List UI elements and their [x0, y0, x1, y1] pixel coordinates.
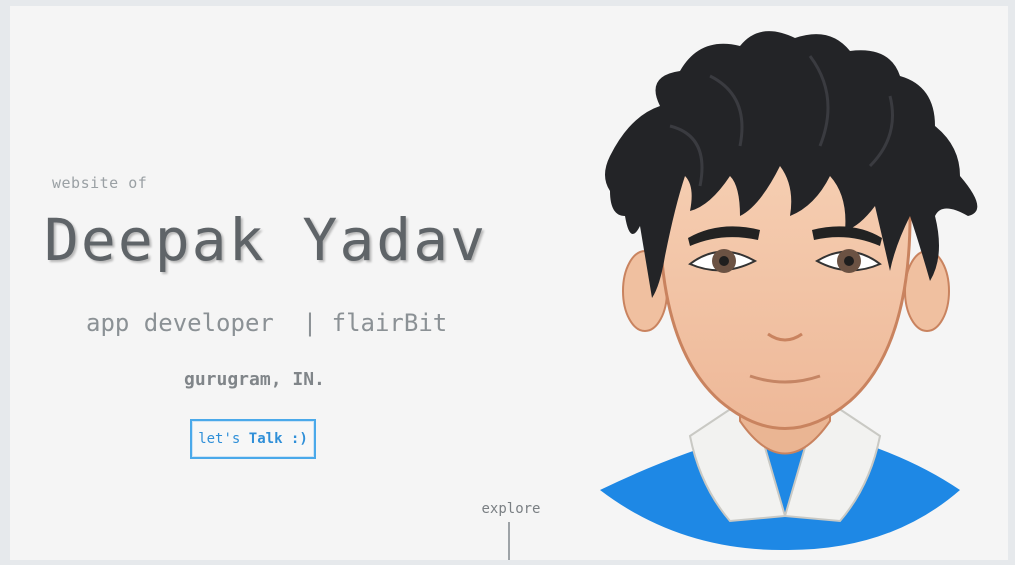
- explore-line: [508, 522, 510, 560]
- explore-link[interactable]: explore: [476, 501, 546, 517]
- lets-talk-button[interactable]: let's Talk :): [190, 419, 316, 459]
- cta-prefix: let's: [198, 431, 249, 447]
- cartoon-avatar-icon: [600, 31, 978, 551]
- role-text: app developer | flairBit: [86, 309, 448, 337]
- page-title: Deepak Yadav: [44, 206, 488, 274]
- intro-text: website of: [52, 174, 148, 192]
- location-text: gurugram, IN.: [184, 369, 325, 390]
- hero-section: website of Deepak Yadav app developer | …: [10, 6, 1008, 560]
- cta-bold: Talk :): [248, 431, 308, 447]
